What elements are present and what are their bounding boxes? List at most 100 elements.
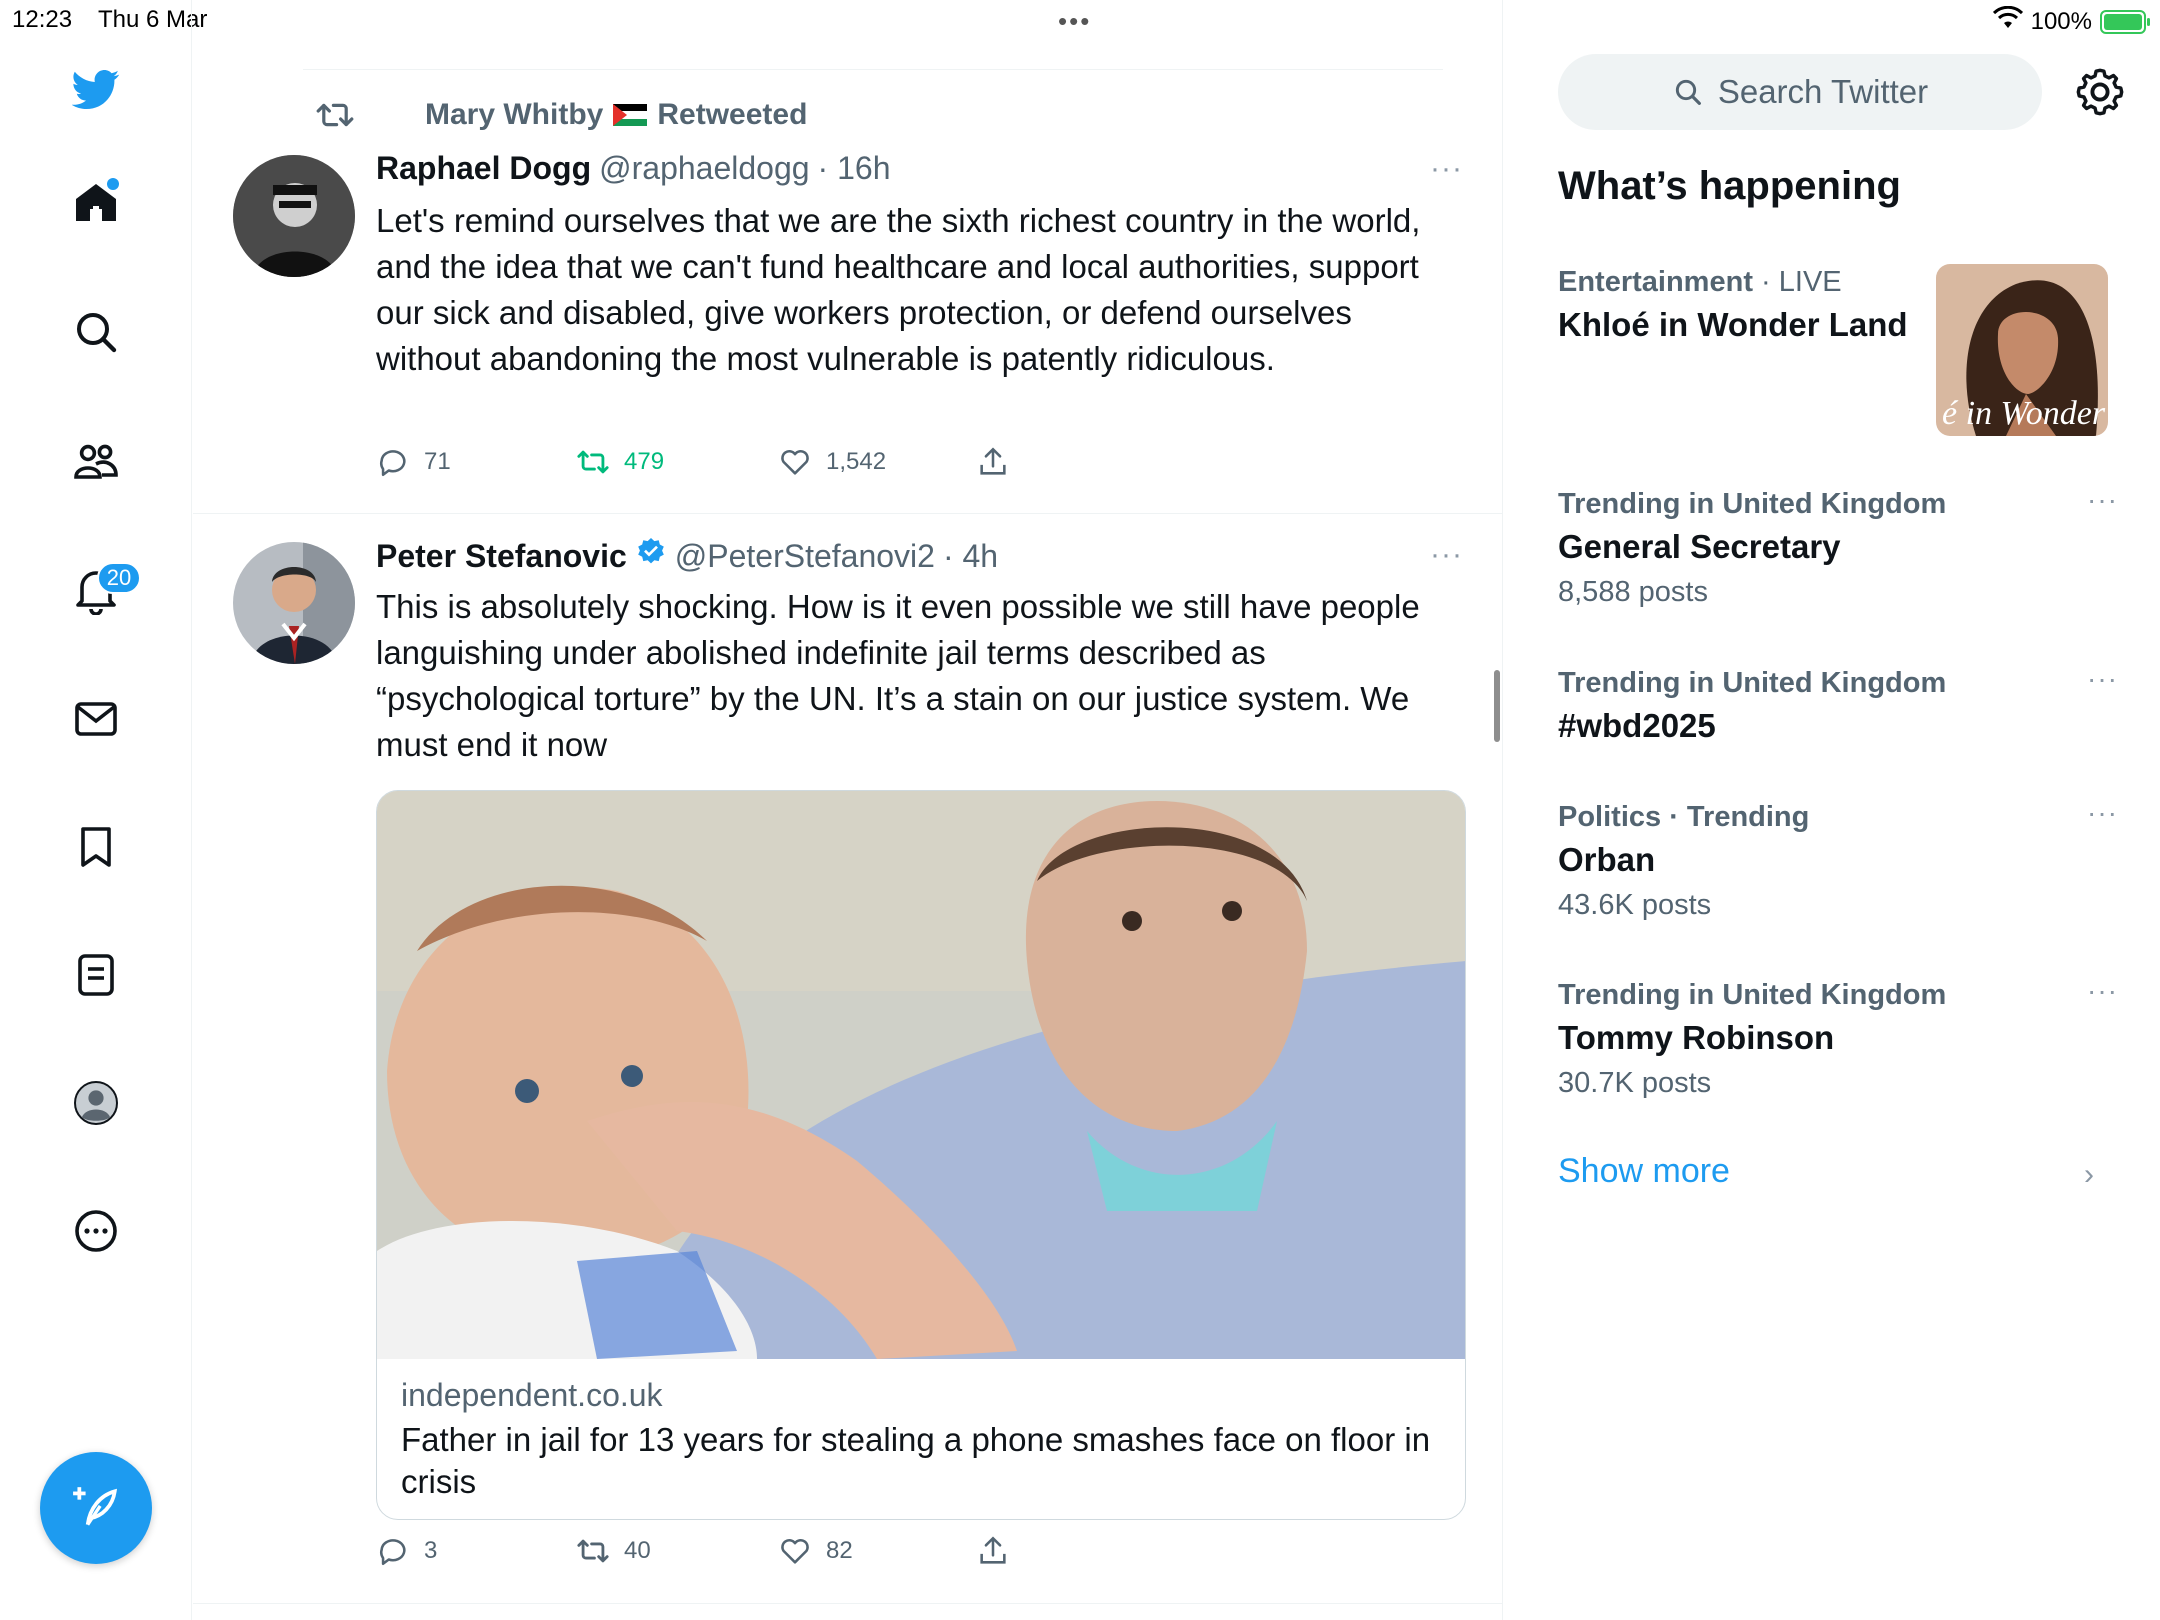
tweet-time[interactable]: · 4h (943, 538, 998, 575)
notifications-badge: 20 (97, 562, 141, 594)
link-card-meta: independent.co.uk Father in jail for 13 … (377, 1359, 1465, 1519)
tweet-text: This is absolutely shocking. How is it e… (376, 588, 1420, 763)
trend-more-button[interactable]: ··· (2087, 975, 2118, 1007)
trend-category: Trending in United Kingdom (1558, 488, 1947, 520)
share-icon (980, 447, 1006, 475)
trend-post-count: 8,588 posts (1558, 576, 1708, 608)
settings-gear-icon[interactable] (2074, 66, 2126, 118)
avatar-raphael-dogg[interactable] (233, 155, 355, 277)
link-card-image (377, 791, 1465, 1359)
trend-category: Politics · Trending (1558, 801, 1810, 833)
verified-badge-icon (635, 536, 667, 576)
search-icon[interactable] (55, 291, 137, 373)
chevron-right-icon: › (2084, 1158, 2094, 1191)
home-icon[interactable] (55, 162, 137, 244)
trend-category: Entertainment (1558, 266, 1753, 298)
more-options-icon[interactable] (55, 1190, 137, 1272)
trend-more-button[interactable]: ··· (2087, 663, 2118, 695)
trend-item[interactable]: Trending in United Kingdom ··· General S… (1558, 484, 2118, 614)
tweet-text: Let's remind ourselves that we are the s… (376, 202, 1421, 377)
compose-feather-icon (73, 1487, 118, 1526)
reply-count: 71 (424, 448, 451, 475)
heart-icon (781, 449, 809, 475)
timeline-top-edge (303, 0, 1443, 70)
author-name[interactable]: Raphael Dogg (376, 150, 591, 187)
trend-live-label: · LIVE (1761, 266, 1842, 298)
show-more-link[interactable]: Show more (1558, 1152, 1730, 1191)
trend-title: Tommy Robinson (1558, 1019, 1835, 1056)
reply-button[interactable]: 3 (376, 1534, 437, 1568)
palestine-flag-icon (613, 104, 648, 126)
notifications-icon[interactable]: 20 (55, 550, 141, 632)
tweet-header: Peter Stefanovic @PeterStefanovi2 · 4h (376, 536, 998, 576)
tweet-header: Raphael Dogg @raphaeldogg · 16h (376, 150, 890, 187)
retweet-icon (577, 1539, 609, 1563)
home-unread-dot (107, 178, 119, 190)
author-handle[interactable]: @raphaeldogg (599, 150, 809, 187)
link-card-domain: independent.co.uk (401, 1377, 663, 1413)
author-name[interactable]: Peter Stefanovic (376, 538, 627, 575)
retweet-count: 40 (624, 1537, 651, 1564)
right-sidebar: Search Twitter What’s happening Entertai… (1504, 0, 2160, 1620)
trend-post-count: 43.6K posts (1558, 889, 1712, 921)
tweet-actions: 71 479 1,542 (376, 445, 1076, 485)
whats-happening-heading: What’s happening (1558, 164, 1901, 208)
retweet-icon (316, 103, 354, 127)
share-button[interactable] (976, 1534, 1010, 1568)
like-count: 1,542 (826, 448, 887, 475)
twitter-logo-icon[interactable] (55, 48, 137, 130)
author-handle[interactable]: @PeterStefanovi2 (675, 538, 935, 575)
trend-title: General Secretary (1558, 528, 1841, 565)
trend-category: Trending in United Kingdom (1558, 667, 1947, 699)
heart-icon (781, 1538, 809, 1564)
retweet-count: 479 (624, 448, 665, 475)
search-placeholder: Search Twitter (1717, 73, 1929, 110)
retweeted-label: Retweeted (657, 98, 808, 131)
trend-item[interactable]: Trending in United Kingdom ··· #wbd2025 (1558, 663, 2118, 749)
trend-title: Orban (1558, 841, 1656, 878)
like-button[interactable]: 82 (778, 1534, 853, 1568)
trend-thumbnail-text: é in Wonder L (1942, 395, 2108, 432)
retweet-context: Mary Whitby Retweeted (315, 98, 807, 132)
trend-category: Trending in United Kingdom (1558, 979, 1947, 1011)
like-button[interactable]: 1,542 (778, 445, 886, 479)
tweet-raphael-dogg[interactable]: Mary Whitby Retweeted Raphael Dogg @raph… (193, 72, 1503, 514)
compose-tweet-button[interactable] (40, 1452, 152, 1564)
retweet-button[interactable]: 40 (576, 1534, 651, 1568)
avatar-peter-stefanovic[interactable] (233, 542, 355, 664)
reply-count: 3 (424, 1537, 438, 1564)
tweet-more-button[interactable]: ··· (1430, 538, 1463, 572)
bookmarks-icon[interactable] (55, 806, 137, 888)
link-card[interactable]: independent.co.uk Father in jail for 13 … (376, 790, 1466, 1520)
tweet-peter-stefanovic[interactable]: Peter Stefanovic @PeterStefanovi2 · 4h ·… (193, 514, 1503, 1604)
profile-avatar-icon[interactable] (55, 1062, 137, 1144)
communities-icon[interactable] (55, 420, 137, 502)
retweet-button[interactable]: 479 (576, 445, 664, 479)
messages-icon[interactable] (55, 678, 137, 760)
share-icon (980, 1536, 1006, 1564)
tweet-more-button[interactable]: ··· (1430, 152, 1463, 186)
retweeted-by-name[interactable]: Mary Whitby (425, 98, 603, 132)
trend-post-count: 30.7K posts (1558, 1067, 1712, 1099)
tweet-time[interactable]: · 16h (818, 150, 891, 187)
share-button[interactable] (976, 445, 1010, 479)
search-input[interactable]: Search Twitter (1558, 54, 2042, 130)
trend-more-button[interactable]: ··· (2087, 797, 2118, 829)
left-navigation: 20 (0, 0, 192, 1620)
reply-icon (380, 450, 406, 477)
trend-more-button[interactable]: ··· (2087, 484, 2118, 516)
reply-icon (380, 1539, 406, 1566)
lists-icon[interactable] (55, 934, 137, 1016)
trend-item[interactable]: Politics · Trending ··· Orban 43.6K post… (1558, 797, 2118, 927)
trend-thumbnail[interactable]: é in Wonder L (1936, 264, 2108, 436)
timeline-scrollbar[interactable] (1494, 670, 1500, 742)
trend-item[interactable]: Trending in United Kingdom ··· Tommy Rob… (1558, 975, 2118, 1105)
link-card-title: Father in jail for 13 years for stealing… (401, 1421, 1431, 1500)
tweet-actions: 3 40 82 (376, 1534, 1076, 1574)
trend-title: #wbd2025 (1558, 707, 1716, 744)
search-icon (1675, 79, 1701, 105)
like-count: 82 (826, 1537, 853, 1564)
reply-button[interactable]: 71 (376, 445, 451, 479)
retweet-icon (577, 450, 609, 474)
timeline: Mary Whitby Retweeted Raphael Dogg @raph… (193, 0, 1503, 1620)
